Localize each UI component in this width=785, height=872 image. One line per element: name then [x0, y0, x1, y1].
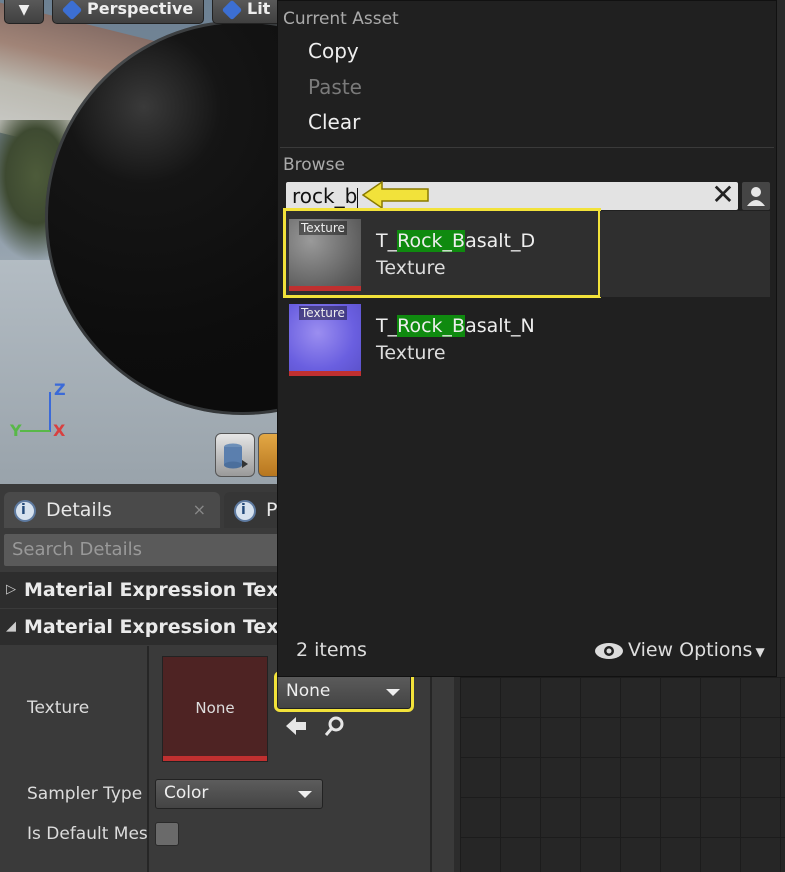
- column-divider: [430, 646, 432, 872]
- person-icon: [747, 187, 765, 206]
- search-details-input[interactable]: Search Details: [4, 534, 294, 566]
- asset-name: T_Rock_Basalt_N: [376, 315, 535, 337]
- category-label: Material Expression Textu: [24, 579, 302, 601]
- sampler-type-value: Color: [164, 783, 209, 803]
- items-count: 2 items: [296, 639, 367, 661]
- asset-thumb-tag: Texture: [299, 221, 347, 235]
- use-selected-arrow-icon[interactable]: [286, 716, 308, 736]
- texture-type-bar: [163, 756, 267, 761]
- person-filter-button[interactable]: [742, 182, 770, 210]
- clear-search-icon[interactable]: ✕: [710, 181, 736, 209]
- chevron-down-icon: [298, 791, 312, 798]
- asset-type: Texture: [376, 342, 446, 364]
- viewport[interactable]: ▼ Perspective Lit Z Y X: [0, 0, 290, 484]
- asset-name-match: Rock_: [397, 230, 453, 252]
- asset-name-suffix: asalt_D: [465, 230, 536, 252]
- current-asset-header: Current Asset: [283, 9, 399, 29]
- texture-combo-value: None: [286, 681, 331, 701]
- info-icon: [234, 499, 256, 522]
- yellow-arrow-annotation: [362, 180, 429, 210]
- sampler-type-combo[interactable]: Color: [155, 779, 323, 809]
- asset-type-bar: [289, 286, 361, 291]
- perspective-label: Perspective: [87, 0, 194, 18]
- view-options-button[interactable]: View Options ▼: [594, 637, 765, 665]
- asset-type-bar: [289, 371, 361, 376]
- chevron-down-icon: ◢: [6, 619, 16, 634]
- texture-thumbnail[interactable]: None: [162, 656, 268, 762]
- sampler-type-label: Sampler Type: [27, 784, 143, 804]
- asset-name: T_Rock_Basalt_D: [376, 230, 535, 252]
- texture-asset-combo[interactable]: None: [274, 671, 414, 712]
- info-icon: [14, 499, 36, 522]
- asset-name-match: B: [452, 230, 466, 252]
- viewport-menu-button[interactable]: ▼: [4, 0, 44, 24]
- asset-name-match: B: [452, 315, 466, 337]
- view-options-label: View Options: [628, 639, 753, 661]
- asset-type: Texture: [376, 257, 446, 279]
- browse-magnifier-icon[interactable]: [324, 715, 346, 737]
- asset-row[interactable]: Texture T_Rock_Basalt_N Texture: [286, 297, 770, 383]
- is-default-checkbox[interactable]: [155, 822, 179, 846]
- tab-details[interactable]: Details ×: [4, 492, 220, 528]
- asset-thumb-tag: Texture: [299, 306, 347, 320]
- asset-search-value: rock_b: [292, 184, 358, 208]
- texture-property-label: Texture: [27, 698, 90, 718]
- paste-menu-item[interactable]: Paste: [308, 75, 362, 99]
- menu-separator: [280, 147, 774, 148]
- graph-canvas-edge: [777, 0, 785, 677]
- asset-row[interactable]: Texture T_Rock_Basalt_D Texture: [283, 208, 601, 298]
- tab-details-label: Details: [46, 499, 112, 521]
- asset-name-suffix: asalt_N: [465, 315, 535, 337]
- chevron-down-icon: ▼: [755, 645, 765, 659]
- eye-icon: [595, 642, 623, 659]
- asset-row-fill: [600, 211, 770, 297]
- asset-search-input[interactable]: rock_b: [286, 182, 738, 210]
- lit-cube-icon: [221, 0, 243, 20]
- asset-thumbnail: Texture: [289, 304, 361, 376]
- lit-label: Lit: [247, 0, 271, 18]
- graph-canvas[interactable]: [460, 677, 785, 872]
- asset-name-match: Rock_: [397, 315, 453, 337]
- axis-y-label: Y: [10, 421, 22, 440]
- chevron-down-icon: ▼: [18, 2, 30, 18]
- axis-z-line: [49, 392, 51, 432]
- axis-y-line: [20, 430, 50, 432]
- clear-menu-item[interactable]: Clear: [308, 110, 360, 134]
- tab-other-label: P: [266, 499, 278, 521]
- category-label: Material Expression Textu: [24, 616, 302, 638]
- perspective-button[interactable]: Perspective: [52, 0, 204, 24]
- axis-x-label: X: [53, 421, 66, 440]
- perspective-cube-icon: [61, 0, 83, 20]
- asset-name-prefix: T_: [376, 315, 398, 337]
- browse-header: Browse: [283, 155, 345, 175]
- text-cursor: [357, 187, 359, 208]
- cylinder-icon: [224, 443, 248, 469]
- tab-close-icon[interactable]: ×: [193, 492, 206, 528]
- preview-cylinder-button[interactable]: [215, 433, 255, 477]
- texture-thumbnail-text: None: [195, 699, 235, 717]
- asset-thumbnail: Texture: [289, 219, 361, 291]
- asset-name-prefix: T_: [376, 230, 398, 252]
- axis-z-label: Z: [54, 380, 66, 399]
- copy-menu-item[interactable]: Copy: [308, 39, 359, 63]
- is-default-label: Is Default Mes: [27, 824, 148, 844]
- chevron-right-icon: ▷: [6, 582, 16, 597]
- chevron-down-icon: [386, 689, 400, 696]
